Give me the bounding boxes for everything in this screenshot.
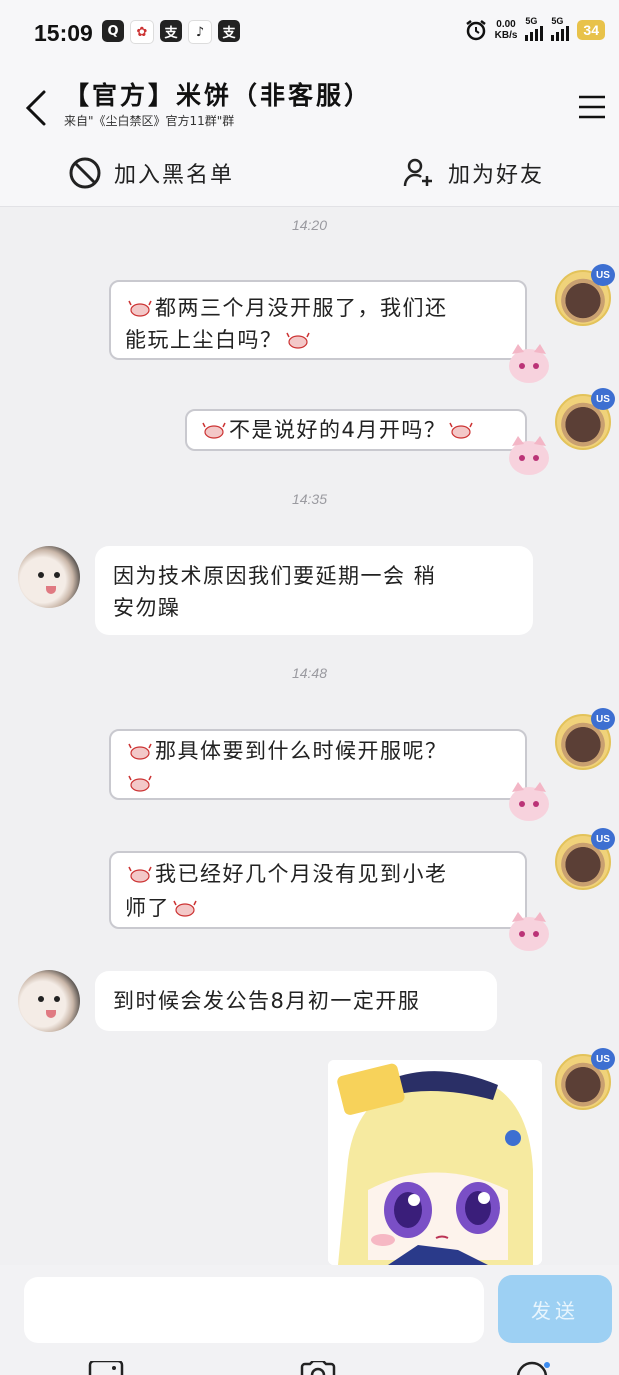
image-icon[interactable]: [88, 1361, 124, 1375]
send-button[interactable]: 发送: [498, 1275, 612, 1343]
crab-emoji-icon: [128, 866, 152, 883]
add-friend-label: 加为好友: [448, 163, 545, 188]
battery-indicator: 34: [577, 19, 605, 40]
emoji-icon[interactable]: [514, 1361, 550, 1375]
crab-emoji-icon: [285, 332, 310, 349]
crab-emoji-icon: [128, 775, 152, 792]
music-icon: ♪: [188, 20, 212, 44]
my-avatar[interactable]: US: [555, 388, 615, 450]
menu-icon[interactable]: [577, 94, 607, 120]
qq-icon: Q: [102, 20, 124, 42]
app-icon: ✿: [130, 20, 154, 44]
outgoing-message[interactable]: 不是说好的4月开吗？: [185, 409, 527, 451]
my-avatar[interactable]: US: [555, 828, 615, 890]
chat-subtitle: 来自"《尘白禁区》官方11群"群: [64, 114, 235, 128]
block-button[interactable]: 加入黑名单: [68, 156, 234, 190]
crab-emoji-icon: [173, 900, 197, 917]
pet-decoration-icon: [509, 436, 549, 475]
crab-emoji-icon: [128, 743, 152, 760]
contact-avatar[interactable]: [18, 970, 80, 1032]
rank-badge: US: [591, 708, 615, 730]
incoming-message[interactable]: 因为技术原因我们要延期一会 稍 安勿躁: [95, 546, 533, 635]
timestamp: 14:35: [291, 491, 328, 507]
status-right: 0.00 KB/s 5G 5G 34: [465, 16, 605, 41]
back-arrow-icon[interactable]: [22, 88, 52, 128]
signal-icon-1: 5G: [525, 16, 544, 41]
incoming-message[interactable]: 到时候会发公告8月初一定开服: [95, 971, 497, 1031]
block-icon: [69, 157, 101, 189]
message-input[interactable]: [24, 1277, 484, 1343]
crab-emoji-icon: [128, 300, 152, 317]
timestamp: 14:48: [291, 665, 328, 681]
my-avatar[interactable]: US: [555, 264, 615, 326]
rank-badge: US: [591, 388, 615, 410]
pet-decoration-icon: [509, 344, 549, 383]
input-bar: 发送: [0, 1265, 619, 1375]
my-avatar[interactable]: US: [555, 708, 615, 770]
alipay-icon-2: 支: [218, 20, 240, 42]
action-bar: 加入黑名单 加为好友: [0, 146, 619, 207]
chat-header: 【官方】米饼（非客服） 来自"《尘白禁区》官方11群"群: [0, 66, 619, 146]
network-speed: 0.00 KB/s: [494, 18, 518, 41]
crab-emoji-icon: [202, 422, 226, 439]
pet-decoration-icon: [509, 782, 549, 821]
timestamp: 14:20: [291, 217, 328, 233]
add-friend-button[interactable]: 加为好友: [402, 156, 544, 190]
rank-badge: US: [591, 1048, 615, 1070]
anime-girl-sticker-icon: [328, 1060, 542, 1265]
rank-badge: US: [591, 264, 615, 286]
notification-icons: Q ✿ 支 ♪ 支: [102, 20, 240, 44]
block-label: 加入黑名单: [114, 163, 235, 188]
alipay-icon: 支: [160, 20, 182, 42]
crab-emoji-icon: [449, 422, 474, 439]
outgoing-message[interactable]: 都两三个月没开服了，我们还 能玩上尘白吗？: [109, 280, 527, 360]
rank-badge: US: [591, 828, 615, 850]
my-avatar[interactable]: US: [555, 1048, 615, 1110]
chat-title: 【官方】米饼（非客服）: [64, 81, 373, 110]
alarm-icon: [465, 19, 486, 40]
pet-decoration-icon: [509, 912, 549, 951]
add-user-icon: [403, 158, 432, 187]
status-bar: 15:09 Q ✿ 支 ♪ 支 0.00 KB/s 5G 5G 34: [0, 0, 619, 66]
contact-avatar[interactable]: [18, 546, 80, 608]
signal-icon-2: 5G: [551, 16, 570, 41]
camera-icon[interactable]: [300, 1361, 336, 1375]
status-time: 15:09: [34, 20, 93, 46]
outgoing-message[interactable]: 我已经好几个月没有见到小老 师了: [109, 851, 527, 929]
outgoing-message[interactable]: 那具体要到什么时候开服呢？: [109, 729, 527, 800]
sticker-image[interactable]: [328, 1060, 542, 1265]
